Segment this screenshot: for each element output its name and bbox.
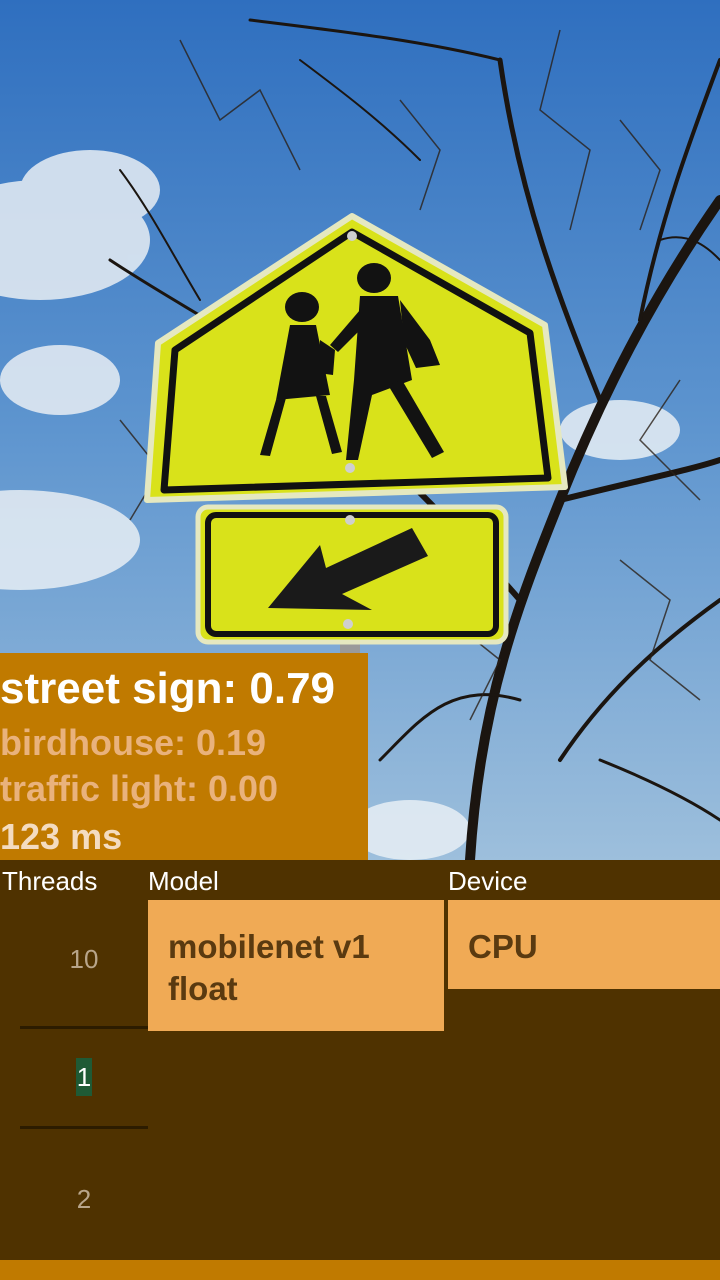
picker-divider-top: [20, 1026, 148, 1029]
model-header: Model: [148, 866, 219, 896]
model-option-selected[interactable]: mobilenet v1 float: [148, 900, 444, 1031]
inference-time-label: 123 ms: [0, 816, 123, 857]
thread-option-10[interactable]: 10: [20, 944, 148, 975]
device-option-selected[interactable]: CPU: [448, 900, 720, 989]
third-result-label: traffic light: 0.00: [0, 768, 279, 809]
top-result-label: street sign: 0.79: [0, 664, 336, 713]
picker-divider-bottom: [20, 1126, 148, 1129]
second-result-label: birdhouse: 0.19: [0, 722, 267, 763]
bottom-bar: [0, 1260, 720, 1280]
device-header: Device: [448, 866, 528, 896]
thread-option-2[interactable]: 2: [20, 1184, 148, 1215]
thread-option-selected[interactable]: 1: [76, 1058, 92, 1096]
threads-header: Threads: [2, 866, 98, 896]
